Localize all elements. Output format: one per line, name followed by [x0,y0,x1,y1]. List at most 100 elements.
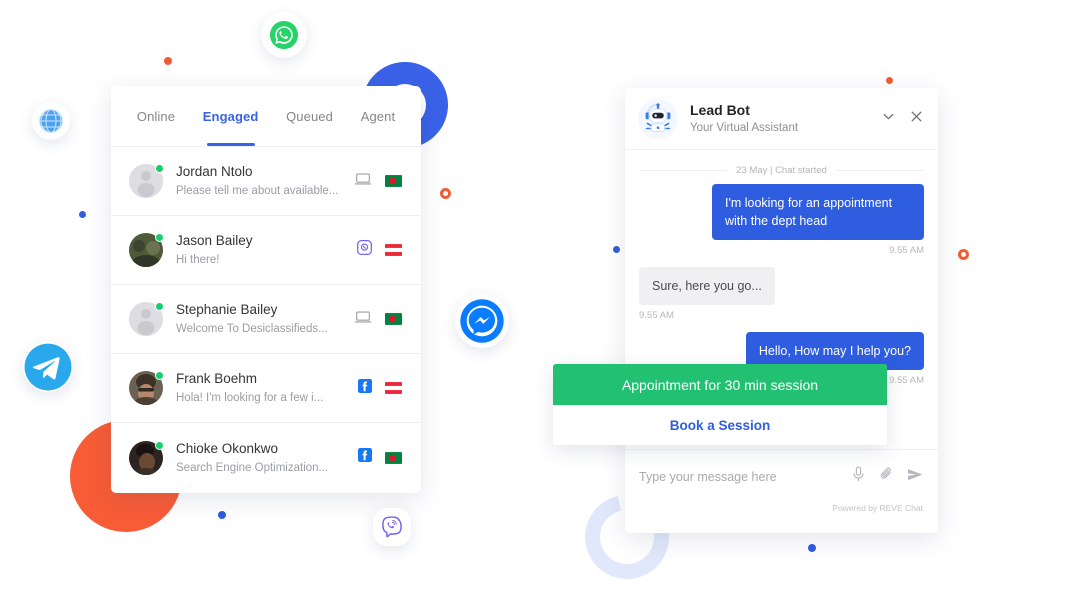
viber-badge[interactable] [373,508,411,546]
date-separator-label: 23 May | Chat started [736,165,827,176]
online-status-dot [155,233,164,242]
tab-agent[interactable]: Agent [347,86,409,146]
laptop-icon [354,172,372,191]
chat-item-preview: Search Engine Optimization... [176,461,329,474]
chat-item-text: Stephanie Bailey Welcome To Desiclassifi… [176,301,354,337]
bot-subtitle: Your Virtual Assistant [690,122,799,134]
chat-item-preview: Welcome To Desiclassifieds... [176,323,328,335]
chat-item-meta [357,240,402,260]
chat-item-preview: Hola! I'm looking for a few i... [176,392,324,404]
chevron-down-icon[interactable] [881,109,896,129]
paperclip-icon[interactable] [879,466,894,487]
separator-line-right [835,170,924,171]
messenger-badge[interactable] [455,294,509,348]
appointment-card: Appointment for 30 min session Book a Se… [553,364,887,445]
online-status-dot [155,302,164,311]
orange-ring-decoration [440,188,451,199]
chat-item-preview: Hi there! [176,254,220,266]
chat-list-card: Online Engaged Queued Agent Jordan Ntolo… [111,86,421,493]
viber-icon [382,516,402,538]
online-status-dot [155,164,164,173]
bot-chat-widget: Lead Bot Your Virtual Assistant 23 May |… [625,88,938,533]
avatar [129,440,164,475]
chat-item-preview: Please tell me about available... [176,185,339,197]
globe-icon [39,109,63,133]
avatar [129,164,164,198]
chat-item-text: Frank Boehm Hola! I'm looking for a few … [176,370,358,406]
chat-list-item[interactable]: Jordan Ntolo Please tell me about availa… [111,147,421,216]
avatar [129,302,164,336]
chat-item-name: Chioke Okonkwo [176,440,279,456]
blue-dot-decoration [613,246,620,253]
bot-widget-titles: Lead Bot Your Virtual Assistant [690,101,881,136]
composer-input-line [639,450,924,503]
whatsapp-badge[interactable] [261,12,307,58]
orange-ring-decoration [958,249,969,260]
composer-icons [851,466,924,487]
appointment-title: Appointment for 30 min session [553,364,887,405]
separator-line-left [639,170,728,171]
message-bubble: I'm looking for an appointment with the … [712,184,924,240]
page-root: Online Engaged Queued Agent Jordan Ntolo… [0,0,1091,613]
bangladesh-flag-icon [385,313,402,325]
online-status-dot [155,440,164,450]
avatar [129,233,164,267]
message-timestamp: 9.55 AM [889,375,924,386]
avatar [129,371,164,405]
message-row-incoming: Sure, here you go... 9.55 AM [639,267,924,321]
bangladesh-flag-icon [385,175,402,187]
telegram-badge[interactable] [23,342,73,392]
chat-item-meta [354,172,402,191]
close-icon[interactable] [909,109,924,129]
send-icon[interactable] [907,467,924,487]
message-timestamp: 9.55 AM [889,245,924,256]
tab-agent-label: Agent [360,108,396,124]
orange-dot-decoration [886,77,893,84]
bot-header-actions [881,109,924,129]
blue-dot-decoration [808,544,816,552]
facebook-icon [358,448,372,467]
message-row-outgoing: I'm looking for an appointment with the … [639,184,924,256]
chat-item-name: Frank Boehm [176,371,258,386]
chat-item-text: Jordan Ntolo Please tell me about availa… [176,163,354,199]
book-session-button[interactable]: Book a Session [553,405,887,445]
chat-item-name: Jordan Ntolo [176,164,253,179]
laptop-icon [354,310,372,329]
tab-online[interactable]: Online [123,86,189,146]
bot-widget-header: Lead Bot Your Virtual Assistant [625,88,938,150]
telegram-icon [24,343,72,391]
chat-item-meta [358,378,402,398]
message-input[interactable] [639,469,851,484]
message-timestamp: 9.55 AM [639,310,674,321]
bot-title: Lead Bot [690,102,750,118]
chat-list-tabs: Online Engaged Queued Agent [111,86,421,147]
chat-item-name: Stephanie Bailey [176,302,278,317]
tab-queued-label: Queued [286,108,333,124]
robot-avatar-icon [637,98,679,140]
chat-list-item[interactable]: Stephanie Bailey Welcome To Desiclassifi… [111,285,421,354]
facebook-icon [358,378,372,398]
powered-by-label: Powered by REVE Chat [832,503,923,513]
blue-dot-decoration [79,211,86,218]
austria-flag-icon [385,244,402,256]
chat-item-name: Jason Bailey [176,233,253,248]
bot-composer: Powered by REVE Chat [625,449,938,533]
chat-item-meta [354,310,402,329]
globe-badge[interactable] [32,102,70,140]
tab-engaged-label: Engaged [202,108,259,124]
date-separator: 23 May | Chat started [639,150,924,184]
whatsapp-icon [269,20,299,50]
chat-list-item[interactable]: Chioke Okonkwo Search Engine Optimizatio… [111,423,421,492]
tab-engaged[interactable]: Engaged [189,86,272,146]
tab-queued[interactable]: Queued [272,86,347,146]
chat-item-text: Chioke Okonkwo Search Engine Optimizatio… [176,440,358,476]
message-bubble: Sure, here you go... [639,267,775,305]
chat-list-item[interactable]: Frank Boehm Hola! I'm looking for a few … [111,354,421,423]
microphone-icon[interactable] [851,466,866,487]
chat-item-meta [358,448,402,467]
viber-icon [357,240,372,260]
tab-online-label: Online [136,108,176,124]
chat-list-item[interactable]: Jason Bailey Hi there! [111,216,421,285]
